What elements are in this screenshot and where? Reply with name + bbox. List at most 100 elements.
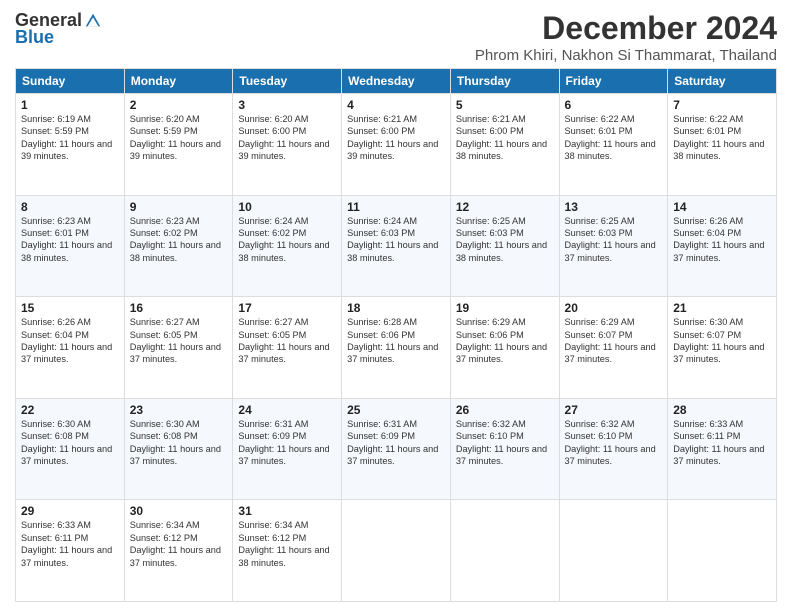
calendar-week-row: 29Sunrise: 6:33 AMSunset: 6:11 PMDayligh… [16,500,777,602]
day-info: Sunrise: 6:23 AMSunset: 6:02 PMDaylight:… [130,215,228,265]
calendar-week-row: 22Sunrise: 6:30 AMSunset: 6:08 PMDayligh… [16,398,777,500]
day-info: Sunrise: 6:29 AMSunset: 6:06 PMDaylight:… [456,316,554,366]
day-number: 4 [347,98,445,112]
day-number: 7 [673,98,771,112]
calendar-cell: 12Sunrise: 6:25 AMSunset: 6:03 PMDayligh… [450,195,559,297]
day-info: Sunrise: 6:21 AMSunset: 6:00 PMDaylight:… [347,113,445,163]
day-info: Sunrise: 6:30 AMSunset: 6:08 PMDaylight:… [130,418,228,468]
calendar-header-row: SundayMondayTuesdayWednesdayThursdayFrid… [16,69,777,94]
calendar-cell: 13Sunrise: 6:25 AMSunset: 6:03 PMDayligh… [559,195,668,297]
month-title: December 2024 [475,10,777,47]
day-info: Sunrise: 6:25 AMSunset: 6:03 PMDaylight:… [565,215,663,265]
calendar-cell: 27Sunrise: 6:32 AMSunset: 6:10 PMDayligh… [559,398,668,500]
calendar-week-row: 1Sunrise: 6:19 AMSunset: 5:59 PMDaylight… [16,94,777,196]
logo: General Blue [15,10,102,48]
day-info: Sunrise: 6:20 AMSunset: 5:59 PMDaylight:… [130,113,228,163]
day-number: 29 [21,504,119,518]
calendar-cell: 6Sunrise: 6:22 AMSunset: 6:01 PMDaylight… [559,94,668,196]
calendar-cell: 17Sunrise: 6:27 AMSunset: 6:05 PMDayligh… [233,297,342,399]
calendar-cell: 7Sunrise: 6:22 AMSunset: 6:01 PMDaylight… [668,94,777,196]
day-info: Sunrise: 6:30 AMSunset: 6:08 PMDaylight:… [21,418,119,468]
day-info: Sunrise: 6:33 AMSunset: 6:11 PMDaylight:… [21,519,119,569]
calendar-cell: 31Sunrise: 6:34 AMSunset: 6:12 PMDayligh… [233,500,342,602]
calendar-header-monday: Monday [124,69,233,94]
day-number: 11 [347,200,445,214]
day-info: Sunrise: 6:27 AMSunset: 6:05 PMDaylight:… [238,316,336,366]
day-number: 15 [21,301,119,315]
day-info: Sunrise: 6:26 AMSunset: 6:04 PMDaylight:… [673,215,771,265]
logo-icon [84,12,102,30]
day-number: 24 [238,403,336,417]
calendar-cell: 18Sunrise: 6:28 AMSunset: 6:06 PMDayligh… [342,297,451,399]
calendar-cell [668,500,777,602]
day-number: 23 [130,403,228,417]
day-number: 1 [21,98,119,112]
day-number: 13 [565,200,663,214]
day-number: 5 [456,98,554,112]
day-number: 27 [565,403,663,417]
day-number: 2 [130,98,228,112]
calendar-header-saturday: Saturday [668,69,777,94]
day-number: 10 [238,200,336,214]
day-info: Sunrise: 6:26 AMSunset: 6:04 PMDaylight:… [21,316,119,366]
day-number: 12 [456,200,554,214]
day-info: Sunrise: 6:24 AMSunset: 6:03 PMDaylight:… [347,215,445,265]
calendar-week-row: 8Sunrise: 6:23 AMSunset: 6:01 PMDaylight… [16,195,777,297]
page: General Blue December 2024 Phrom Khiri, … [0,0,792,612]
day-number: 16 [130,301,228,315]
day-number: 21 [673,301,771,315]
calendar-cell: 30Sunrise: 6:34 AMSunset: 6:12 PMDayligh… [124,500,233,602]
day-info: Sunrise: 6:22 AMSunset: 6:01 PMDaylight:… [565,113,663,163]
calendar-cell [450,500,559,602]
day-info: Sunrise: 6:27 AMSunset: 6:05 PMDaylight:… [130,316,228,366]
calendar-cell: 26Sunrise: 6:32 AMSunset: 6:10 PMDayligh… [450,398,559,500]
day-number: 8 [21,200,119,214]
day-info: Sunrise: 6:19 AMSunset: 5:59 PMDaylight:… [21,113,119,163]
calendar-cell [559,500,668,602]
calendar-cell: 23Sunrise: 6:30 AMSunset: 6:08 PMDayligh… [124,398,233,500]
calendar-week-row: 15Sunrise: 6:26 AMSunset: 6:04 PMDayligh… [16,297,777,399]
day-info: Sunrise: 6:29 AMSunset: 6:07 PMDaylight:… [565,316,663,366]
calendar-header-wednesday: Wednesday [342,69,451,94]
day-number: 3 [238,98,336,112]
calendar-cell: 2Sunrise: 6:20 AMSunset: 5:59 PMDaylight… [124,94,233,196]
day-info: Sunrise: 6:20 AMSunset: 6:00 PMDaylight:… [238,113,336,163]
calendar-header-friday: Friday [559,69,668,94]
day-number: 30 [130,504,228,518]
day-number: 6 [565,98,663,112]
day-info: Sunrise: 6:30 AMSunset: 6:07 PMDaylight:… [673,316,771,366]
calendar-header-tuesday: Tuesday [233,69,342,94]
calendar-cell: 10Sunrise: 6:24 AMSunset: 6:02 PMDayligh… [233,195,342,297]
day-number: 14 [673,200,771,214]
calendar-cell: 28Sunrise: 6:33 AMSunset: 6:11 PMDayligh… [668,398,777,500]
calendar-cell: 4Sunrise: 6:21 AMSunset: 6:00 PMDaylight… [342,94,451,196]
day-info: Sunrise: 6:34 AMSunset: 6:12 PMDaylight:… [130,519,228,569]
day-info: Sunrise: 6:31 AMSunset: 6:09 PMDaylight:… [238,418,336,468]
day-info: Sunrise: 6:32 AMSunset: 6:10 PMDaylight:… [565,418,663,468]
day-number: 26 [456,403,554,417]
location-title: Phrom Khiri, Nakhon Si Thammarat, Thaila… [475,47,777,64]
day-number: 20 [565,301,663,315]
calendar-cell: 3Sunrise: 6:20 AMSunset: 6:00 PMDaylight… [233,94,342,196]
calendar-cell: 9Sunrise: 6:23 AMSunset: 6:02 PMDaylight… [124,195,233,297]
calendar-cell: 24Sunrise: 6:31 AMSunset: 6:09 PMDayligh… [233,398,342,500]
day-number: 18 [347,301,445,315]
day-info: Sunrise: 6:22 AMSunset: 6:01 PMDaylight:… [673,113,771,163]
calendar-cell: 16Sunrise: 6:27 AMSunset: 6:05 PMDayligh… [124,297,233,399]
calendar-header-thursday: Thursday [450,69,559,94]
calendar-cell: 1Sunrise: 6:19 AMSunset: 5:59 PMDaylight… [16,94,125,196]
day-info: Sunrise: 6:24 AMSunset: 6:02 PMDaylight:… [238,215,336,265]
calendar-cell: 5Sunrise: 6:21 AMSunset: 6:00 PMDaylight… [450,94,559,196]
day-number: 31 [238,504,336,518]
calendar-cell: 29Sunrise: 6:33 AMSunset: 6:11 PMDayligh… [16,500,125,602]
day-number: 19 [456,301,554,315]
calendar-cell: 14Sunrise: 6:26 AMSunset: 6:04 PMDayligh… [668,195,777,297]
day-number: 9 [130,200,228,214]
calendar-cell: 21Sunrise: 6:30 AMSunset: 6:07 PMDayligh… [668,297,777,399]
day-info: Sunrise: 6:32 AMSunset: 6:10 PMDaylight:… [456,418,554,468]
day-number: 28 [673,403,771,417]
calendar-cell: 19Sunrise: 6:29 AMSunset: 6:06 PMDayligh… [450,297,559,399]
logo-blue-label: Blue [15,27,54,48]
day-info: Sunrise: 6:34 AMSunset: 6:12 PMDaylight:… [238,519,336,569]
day-info: Sunrise: 6:33 AMSunset: 6:11 PMDaylight:… [673,418,771,468]
